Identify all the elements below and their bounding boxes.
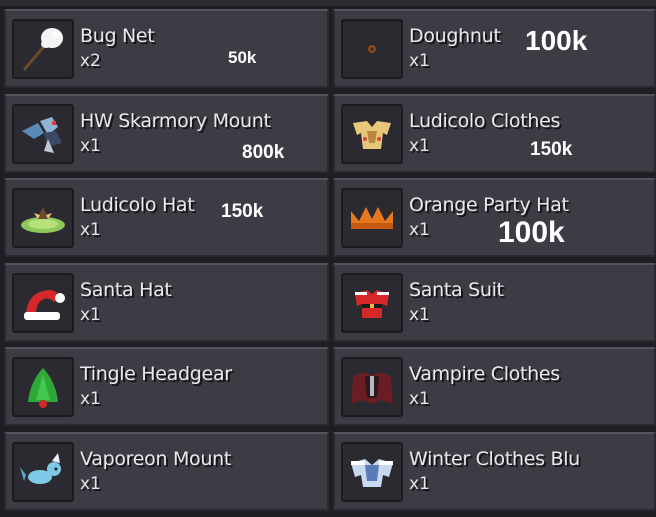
item-quantity: x1: [80, 135, 101, 156]
item-name: Ludicolo Clothes: [409, 109, 561, 132]
item-icon-frame: [12, 188, 74, 248]
inventory-grid: Bug Net x2 50k Doughnut x1 100k HW Skarm…: [4, 9, 656, 511]
item-slot-vampire-clothes[interactable]: Vampire Clothes x1: [333, 347, 656, 426]
skarmory-mount-icon: [22, 116, 62, 153]
item-icon-frame: [12, 441, 74, 502]
item-icon-frame: [341, 103, 403, 164]
item-slot-ludicolo-clothes[interactable]: Ludicolo Clothes x1 150k: [333, 93, 656, 173]
item-name: Vampire Clothes: [409, 363, 560, 385]
santa-suit-icon: [355, 289, 389, 318]
item-name: Ludicolo Hat: [80, 194, 195, 216]
orange-party-hat-icon: [351, 207, 393, 229]
price-annotation: 150k: [530, 138, 573, 160]
item-slot-bug-net[interactable]: Bug Net x2 50k: [4, 9, 329, 88]
doughnut-icon: [368, 45, 376, 53]
item-quantity: x2: [80, 51, 101, 71]
item-slot-orange-party-hat[interactable]: Orange Party Hat x1 100k: [333, 178, 656, 257]
price-annotation: 100k: [525, 25, 588, 56]
ludicolo-clothes-icon: [353, 120, 391, 149]
item-icon-frame: [341, 19, 403, 79]
item-name: Vaporeon Mount: [80, 447, 231, 470]
item-icon-frame: [12, 103, 74, 164]
item-slot-vaporeon-mount[interactable]: Vaporeon Mount x1: [4, 431, 329, 511]
winter-clothes-icon: [351, 458, 393, 487]
item-name: Tingle Headgear: [80, 363, 232, 385]
item-quantity: x1: [80, 389, 101, 409]
item-icon-frame: [12, 272, 74, 333]
item-slot-ludicolo-hat[interactable]: Ludicolo Hat x1 150k: [4, 178, 329, 257]
item-name: Doughnut: [409, 25, 501, 47]
item-icon-frame: [341, 357, 403, 417]
item-name: HW Skarmory Mount: [80, 109, 271, 132]
item-quantity: x1: [80, 473, 101, 494]
item-quantity: x1: [80, 220, 101, 240]
item-quantity: x1: [409, 389, 430, 409]
price-annotation: 50k: [228, 48, 257, 67]
ludicolo-hat-icon: [21, 207, 65, 233]
item-quantity: x1: [409, 473, 430, 494]
item-name: Orange Party Hat: [409, 194, 569, 216]
item-quantity: x1: [409, 135, 430, 156]
item-slot-santa-hat[interactable]: Santa Hat x1: [4, 262, 329, 342]
item-name: Bug Net: [80, 25, 155, 47]
item-quantity: x1: [409, 51, 430, 71]
price-annotation: 150k: [221, 201, 264, 222]
item-icon-frame: [341, 188, 403, 248]
vaporeon-mount-icon: [20, 452, 61, 484]
tingle-headgear-icon: [28, 368, 58, 408]
item-name: Winter Clothes Blu: [409, 447, 580, 470]
item-icon-frame: [12, 19, 74, 79]
item-name: Santa Suit: [409, 278, 504, 301]
item-slot-tingle-headgear[interactable]: Tingle Headgear x1: [4, 347, 329, 426]
santa-hat-icon: [24, 289, 65, 320]
price-annotation: 800k: [242, 141, 285, 163]
item-name: Santa Hat: [80, 278, 172, 301]
item-slot-doughnut[interactable]: Doughnut x1 100k: [333, 9, 656, 88]
item-slot-santa-suit[interactable]: Santa Suit x1: [333, 262, 656, 342]
item-quantity: x1: [409, 304, 430, 325]
vampire-clothes-icon: [351, 372, 393, 404]
item-icon-frame: [341, 272, 403, 333]
item-slot-winter-clothes-blu[interactable]: Winter Clothes Blu x1: [333, 431, 656, 511]
item-quantity: x1: [80, 304, 101, 325]
price-annotation: 100k: [498, 216, 565, 249]
item-icon-frame: [12, 357, 74, 417]
item-icon-frame: [341, 441, 403, 502]
bug-net-icon: [22, 28, 63, 71]
item-slot-skarmory-mount[interactable]: HW Skarmory Mount x1 800k: [4, 93, 329, 173]
item-quantity: x1: [409, 220, 430, 240]
panel-top-edge: [0, 0, 656, 6]
